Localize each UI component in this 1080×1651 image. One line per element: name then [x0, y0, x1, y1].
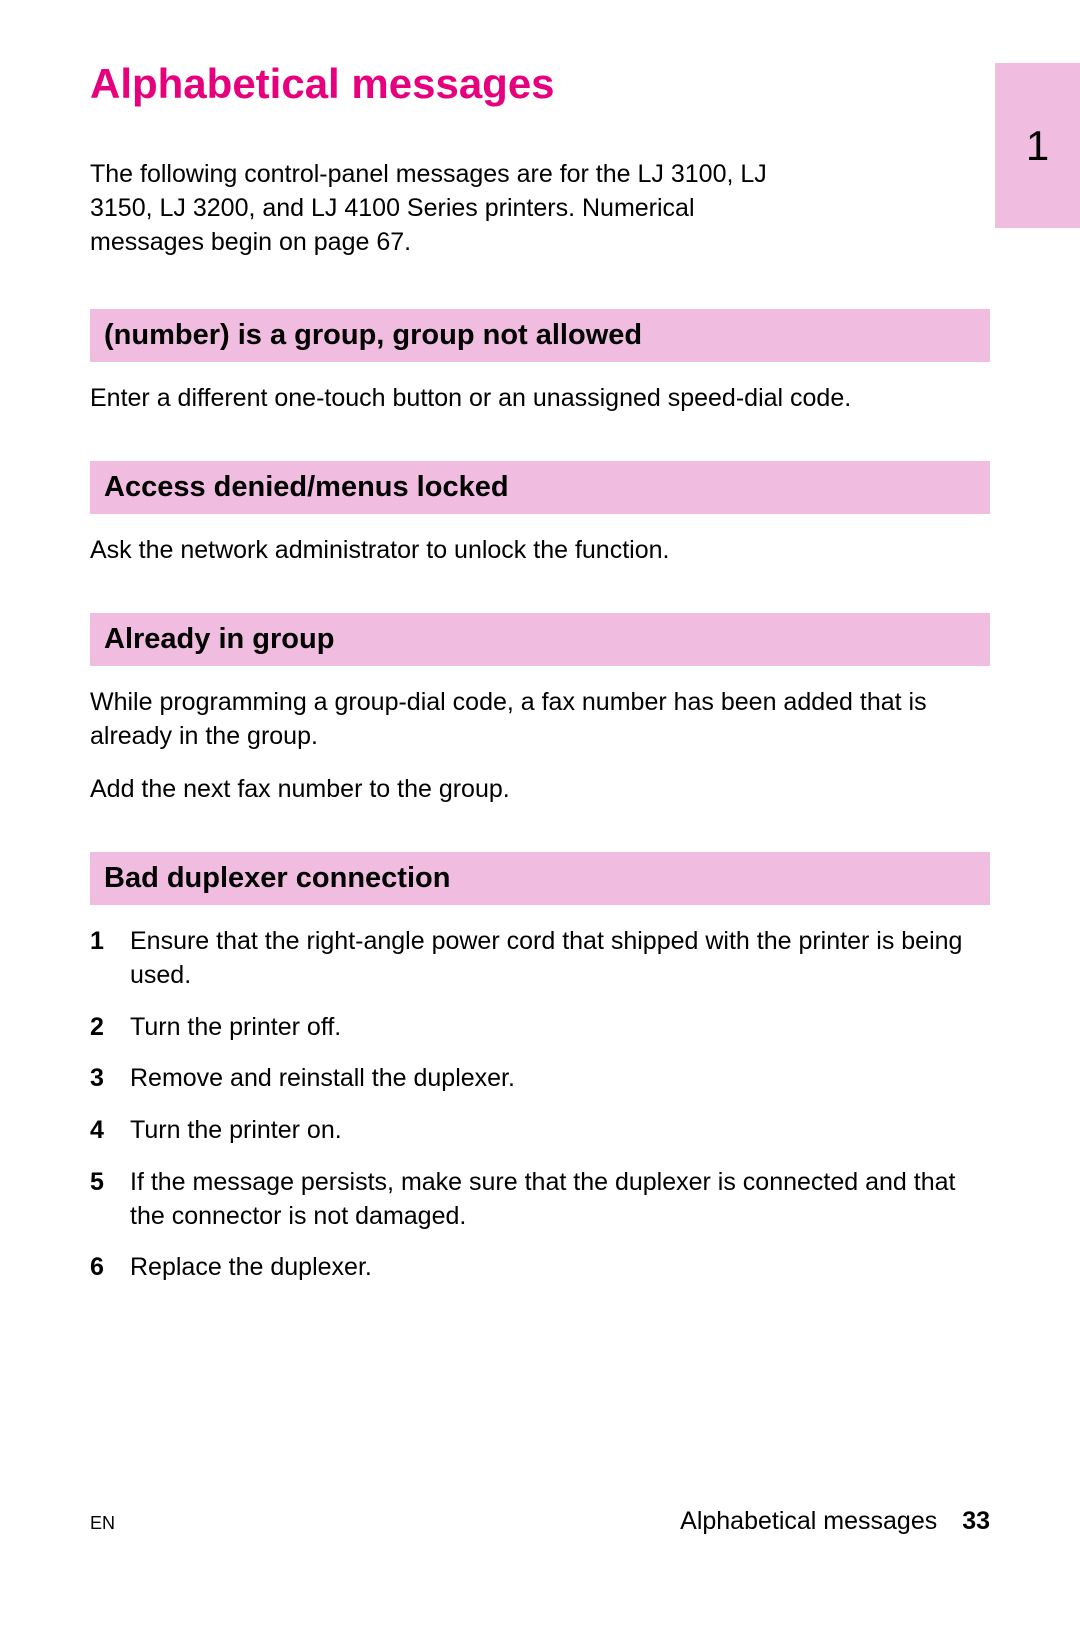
- section-header: Bad duplexer connection: [90, 852, 990, 905]
- footer-page-number: 33: [962, 1507, 990, 1535]
- paragraph: Enter a different one-touch button or an…: [90, 382, 990, 416]
- section-body: Ensure that the right-angle power cord t…: [90, 925, 990, 1285]
- intro-paragraph: The following control-panel messages are…: [90, 158, 800, 259]
- section-3: Bad duplexer connection Ensure that the …: [90, 852, 990, 1285]
- section-2: Already in group While programming a gro…: [90, 613, 990, 807]
- footer-section-label: Alphabetical messages: [680, 1507, 937, 1535]
- list-item: Turn the printer on.: [90, 1114, 990, 1148]
- list-item: Replace the duplexer.: [90, 1251, 990, 1285]
- section-body: Enter a different one-touch button or an…: [90, 382, 990, 416]
- page-title: Alphabetical messages: [90, 60, 990, 108]
- footer-right: Alphabetical messages 33: [680, 1507, 990, 1536]
- list-item: If the message persists, make sure that …: [90, 1166, 990, 1234]
- chapter-number: 1: [1026, 122, 1049, 170]
- list-item: Remove and reinstall the duplexer.: [90, 1062, 990, 1096]
- page-container: 1 Alphabetical messages The following co…: [0, 0, 1080, 1651]
- section-body: While programming a group-dial code, a f…: [90, 686, 990, 807]
- section-1: Access denied/menus locked Ask the netwo…: [90, 461, 990, 568]
- section-body: Ask the network administrator to unlock …: [90, 534, 990, 568]
- paragraph: While programming a group-dial code, a f…: [90, 686, 990, 754]
- list-item: Ensure that the right-angle power cord t…: [90, 925, 990, 993]
- section-0: (number) is a group, group not allowed E…: [90, 309, 990, 416]
- ordered-list: Ensure that the right-angle power cord t…: [90, 925, 990, 1285]
- paragraph: Add the next fax number to the group.: [90, 773, 990, 807]
- section-header: Already in group: [90, 613, 990, 666]
- list-item: Turn the printer off.: [90, 1011, 990, 1045]
- section-header: Access denied/menus locked: [90, 461, 990, 514]
- section-header: (number) is a group, group not allowed: [90, 309, 990, 362]
- footer-language: EN: [90, 1513, 115, 1534]
- paragraph: Ask the network administrator to unlock …: [90, 534, 990, 568]
- page-footer: EN Alphabetical messages 33: [90, 1507, 990, 1536]
- chapter-tab: 1: [995, 63, 1080, 228]
